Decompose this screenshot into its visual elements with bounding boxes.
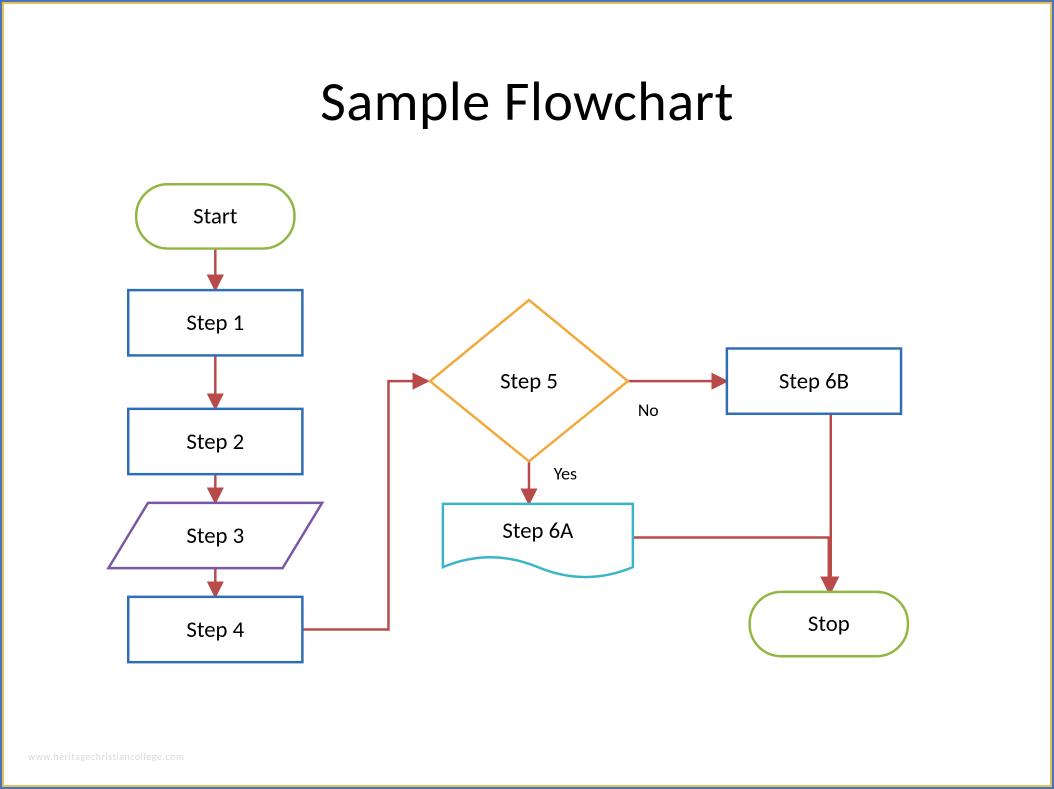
node-stop: Stop <box>750 592 908 656</box>
node-step4-label: Step 4 <box>186 616 244 644</box>
node-step5: Step 5 <box>430 300 628 461</box>
node-step6a: Step 6A <box>443 504 633 577</box>
node-step6b: Step 6B <box>727 348 901 413</box>
node-start: Start <box>136 184 294 248</box>
node-step2-label: Step 2 <box>186 428 244 456</box>
node-step3-label: Step 3 <box>186 522 244 550</box>
flowchart-canvas: Start Step 1 Step 2 Step 3 Step 4 <box>18 18 1036 771</box>
node-step1-label: Step 1 <box>186 309 244 337</box>
edge-step6a-stop <box>633 537 829 591</box>
node-step5-label: Step 5 <box>500 368 558 396</box>
node-step6a-label: Step 6A <box>502 517 574 545</box>
node-stop-label: Stop <box>808 610 850 638</box>
node-step3: Step 3 <box>108 503 322 568</box>
node-start-label: Start <box>193 202 238 230</box>
edge-label-yes: Yes <box>554 462 577 484</box>
node-step4: Step 4 <box>128 597 302 662</box>
edge-label-no: No <box>638 399 659 421</box>
node-step2: Step 2 <box>128 409 302 474</box>
watermark: www.heritagechristiancollege.com <box>28 750 184 763</box>
node-step1: Step 1 <box>128 290 302 355</box>
node-step6b-label: Step 6B <box>779 368 849 396</box>
